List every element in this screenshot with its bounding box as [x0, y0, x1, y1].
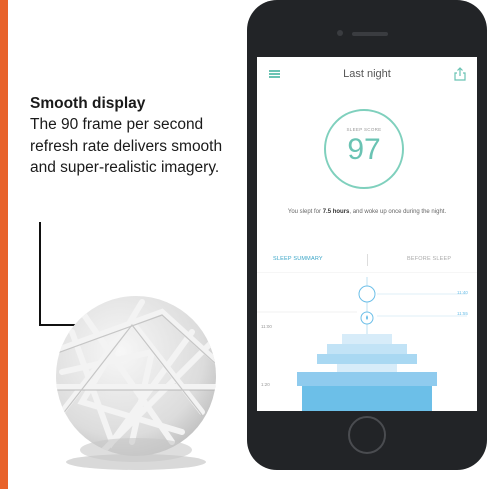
- sleep-summary-text: You slept for 7.5 hours, and woke up onc…: [277, 207, 457, 217]
- smartphone: Last night SLEEP SCORE 97 You slept for …: [247, 0, 487, 470]
- graph-left-label: 1:20: [261, 382, 270, 387]
- graph-time-0: 11:00: [261, 324, 272, 329]
- app-nav-bar: Last night: [257, 57, 477, 91]
- graph-time-2: 11:55: [457, 311, 468, 316]
- front-camera: [337, 30, 343, 36]
- sleep-score-value: 97: [347, 133, 381, 166]
- app-screen: Last night SLEEP SCORE 97 You slept for …: [257, 57, 477, 411]
- sleep-score-label: SLEEP SCORE: [346, 127, 382, 132]
- graph-time-1: 11:40: [457, 290, 468, 295]
- sleep-sensor-device: [56, 296, 216, 470]
- tab-sleep-summary[interactable]: SLEEP SUMMARY: [273, 256, 323, 262]
- app-title: Last night: [343, 68, 391, 80]
- summary-prefix: You slept for: [287, 209, 323, 215]
- summary-hours: 7.5 hours: [322, 209, 350, 215]
- summary-suffix: , and woke up once during the night.: [349, 209, 447, 215]
- summary-tabs: SLEEP SUMMARY BEFORE SLEEP: [257, 252, 477, 270]
- sleep-stage-graph: [257, 272, 477, 411]
- tab-before-sleep[interactable]: BEFORE SLEEP: [407, 256, 451, 262]
- home-button[interactable]: [348, 416, 386, 454]
- sleep-score-ring: SLEEP SCORE 97: [324, 109, 404, 189]
- share-icon[interactable]: [453, 67, 467, 81]
- earpiece-speaker: [352, 32, 388, 36]
- tab-divider: [367, 254, 368, 266]
